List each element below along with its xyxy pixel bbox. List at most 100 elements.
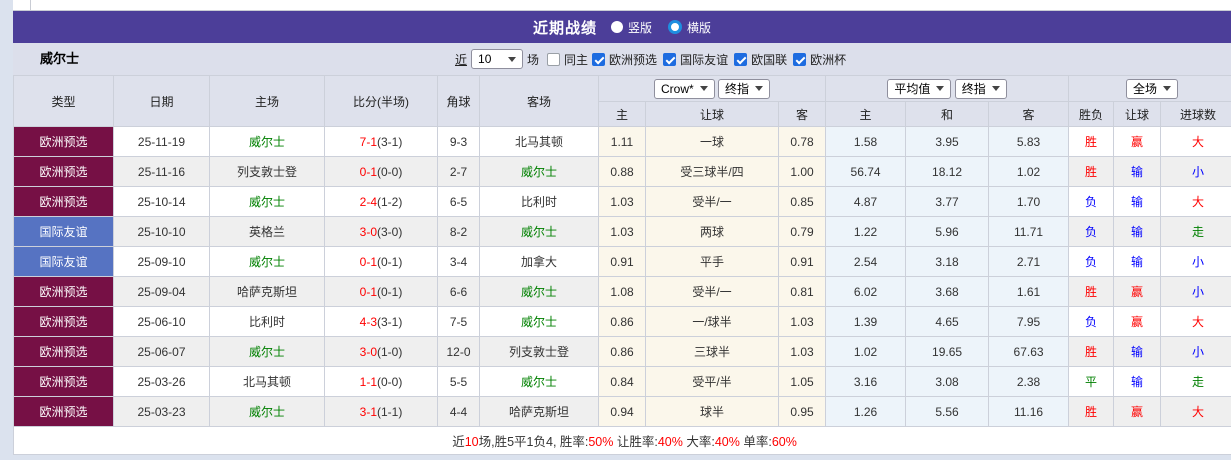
fulltime-score: 0-1: [359, 254, 377, 269]
fulltime-score: 3-0: [359, 224, 377, 239]
match-type-badge: 欧洲预选: [13, 306, 114, 337]
match-count-select[interactable]: 10: [471, 49, 524, 69]
corners: 6-5: [437, 186, 480, 217]
avg-stage-value: 终指: [961, 81, 986, 96]
avg-odds-home: 6.02: [825, 276, 907, 307]
league-checkbox-eurocup[interactable]: [793, 52, 807, 66]
match-score: 3-0(3-0): [324, 216, 438, 247]
avg-odds-home: 1.58: [825, 126, 907, 157]
handicap-line: 三球半: [645, 336, 779, 367]
table-row: 欧洲预选 25-10-14 威尔士 2-4(1-2) 6-5 比利时 1.03 …: [13, 186, 1231, 217]
result-goals: 大: [1160, 186, 1231, 217]
handicap-odds-away: 0.79: [777, 216, 827, 247]
league-checkbox-euro-qual[interactable]: [592, 52, 606, 66]
avg-odds-away: 1.02: [988, 156, 1070, 187]
halftime-score: (0-1): [377, 284, 403, 299]
halftime-score: (3-1): [377, 134, 403, 149]
handicap-selects-cell: Crow* 终指: [597, 75, 827, 102]
match-date: 25-09-10: [113, 246, 210, 277]
corners: 2-7: [437, 156, 480, 187]
result-win-loss: 负: [1068, 216, 1115, 247]
handicap-odds-away: 1.05: [777, 366, 827, 397]
table-row: 欧洲预选 25-06-10 比利时 4-3(3-1) 7-5 威尔士 0.86 …: [13, 306, 1231, 337]
sub-header-goals: 进球数: [1160, 101, 1231, 127]
corners: 4-4: [437, 396, 480, 427]
result-handicap: 赢: [1113, 126, 1162, 157]
league-checkbox-nations[interactable]: [734, 52, 748, 66]
near-link[interactable]: 近: [455, 51, 467, 68]
away-team: 威尔士: [479, 366, 599, 397]
handicap-line: 受三球半/四: [645, 156, 779, 187]
handicap-odds-away: 1.03: [777, 336, 827, 367]
col-header-type: 类型: [13, 75, 114, 127]
avg-odds-draw: 3.08: [905, 366, 990, 397]
chevron-down-icon: [699, 86, 708, 91]
result-win-loss: 负: [1068, 306, 1115, 337]
summary-segment: 60%: [771, 435, 797, 449]
handicap-line: 球半: [645, 396, 779, 427]
home-team: 列支敦士登: [209, 156, 325, 187]
table-row: 欧洲预选 25-03-23 威尔士 3-1(1-1) 4-4 哈萨克斯坦 0.9…: [13, 396, 1231, 427]
sub-header-handicap-result: 让球: [1113, 101, 1162, 127]
radio-vertical-label: 竖版: [627, 20, 652, 35]
avg-odds-draw: 4.65: [905, 306, 990, 337]
avg-stage-select[interactable]: 终指: [954, 78, 1007, 99]
avg-odds-draw: 3.77: [905, 186, 990, 217]
radio-horizontal-label: 横版: [687, 20, 712, 35]
chevron-down-icon: [508, 56, 517, 62]
panel-title: 近期战绩: [532, 19, 597, 37]
avg-odds-home: 1.26: [825, 396, 907, 427]
avg-source-select[interactable]: 平均值: [887, 78, 952, 99]
result-goals: 走: [1160, 216, 1231, 247]
divider-line: [30, 0, 31, 10]
result-goals: 小: [1160, 276, 1231, 307]
result-win-loss: 胜: [1068, 156, 1115, 187]
table-row: 欧洲预选 25-06-07 威尔士 3-0(1-0) 12-0 列支敦士登 0.…: [13, 336, 1231, 367]
odds-stage-select[interactable]: 终指: [718, 78, 771, 99]
avg-odds-home: 1.39: [825, 306, 907, 337]
fulltime-score: 3-1: [359, 404, 377, 419]
handicap-line: 两球: [645, 216, 779, 247]
match-date: 25-06-10: [113, 306, 210, 337]
away-team: 威尔士: [479, 306, 599, 337]
layout-option-vertical[interactable]: 竖版: [610, 19, 652, 36]
avg-odds-away: 7.95: [988, 306, 1070, 337]
scope-select-cell: 全场: [1068, 75, 1231, 102]
match-score: 2-4(1-2): [324, 186, 438, 217]
avg-odds-draw: 5.96: [905, 216, 990, 247]
layout-option-horizontal[interactable]: 横版: [668, 19, 711, 36]
match-date: 25-03-23: [113, 396, 210, 427]
match-type-badge: 欧洲预选: [13, 186, 114, 217]
match-score: 0-1(0-0): [324, 156, 438, 187]
away-team: 加拿大: [479, 246, 599, 277]
col-header-home: 主场: [209, 75, 325, 127]
corners: 7-5: [437, 306, 480, 337]
odds-company-select[interactable]: Crow*: [654, 78, 715, 99]
match-date: 25-11-19: [113, 126, 210, 157]
league-label-euro-qual: 欧洲预选: [609, 52, 658, 67]
radio-horizontal-icon[interactable]: [668, 20, 682, 34]
handicap-odds-away: 0.85: [777, 186, 827, 217]
fulltime-score: 0-1: [359, 284, 377, 299]
fulltime-score: 1-1: [359, 374, 377, 389]
handicap-odds-home: 0.86: [598, 336, 646, 367]
same-home-checkbox[interactable]: [547, 52, 561, 66]
result-handicap: 赢: [1113, 276, 1162, 307]
table-row: 国际友谊 25-09-10 威尔士 0-1(0-1) 3-4 加拿大 0.91 …: [13, 246, 1231, 277]
scope-select[interactable]: 全场: [1126, 78, 1179, 99]
league-label-friendly: 国际友谊: [680, 52, 729, 67]
table-row: 欧洲预选 25-11-16 列支敦士登 0-1(0-0) 2-7 威尔士 0.8…: [13, 156, 1231, 187]
halftime-score: (1-2): [377, 194, 403, 209]
handicap-odds-away: 1.00: [777, 156, 827, 187]
odds-stage-value: 终指: [725, 81, 750, 96]
corners: 12-0: [437, 336, 480, 367]
corners: 3-4: [437, 246, 480, 277]
radio-vertical-icon[interactable]: [610, 21, 623, 33]
league-checkbox-friendly[interactable]: [663, 52, 677, 66]
result-goals: 小: [1160, 156, 1231, 187]
result-win-loss: 负: [1068, 246, 1115, 277]
handicap-odds-away: 0.78: [777, 126, 827, 157]
avg-odds-home: 2.54: [825, 246, 907, 277]
results-table: 类型 日期 主场 比分(半场) 角球 客场 Crow* 终指 平均值 终指 全场…: [12, 75, 1231, 455]
avg-odds-away: 11.71: [988, 216, 1070, 247]
